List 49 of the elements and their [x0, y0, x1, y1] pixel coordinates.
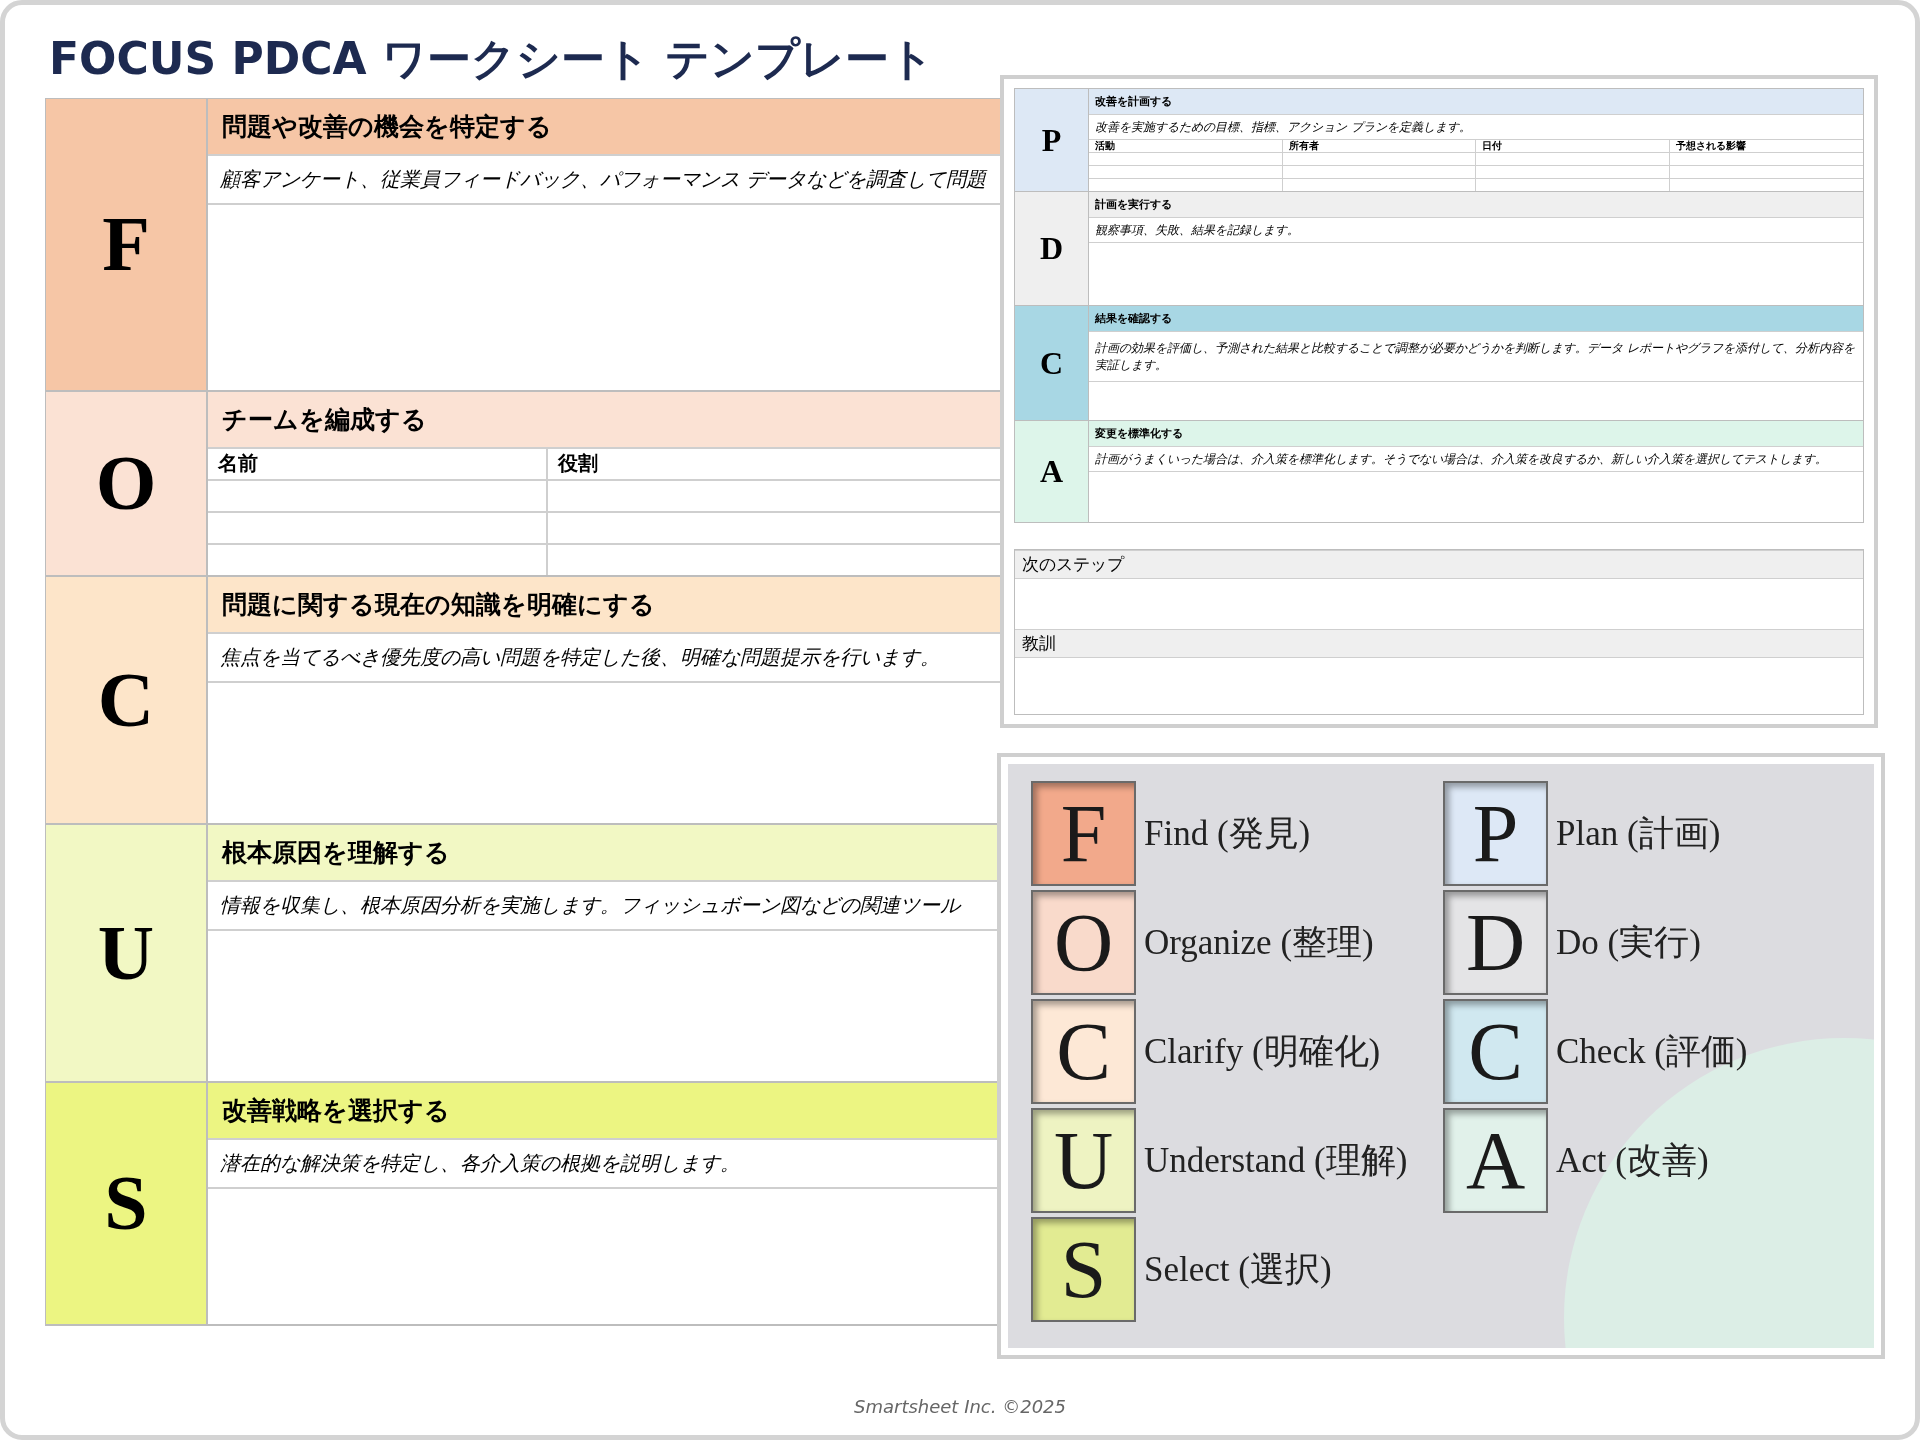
column-header: 日付: [1476, 140, 1670, 154]
notes-heading: 次のステップ: [1015, 549, 1863, 579]
section-heading: 改善を計画する: [1089, 89, 1863, 115]
letter-tile: C: [1443, 999, 1548, 1104]
section-letter: C: [1015, 306, 1089, 420]
legend-label: Act (改善): [1556, 1140, 1709, 1182]
letter-tile: C: [1031, 999, 1136, 1104]
footer-text: Smartsheet Inc. ©2025: [854, 1396, 1066, 1417]
section-heading: 問題に関する現在の知識を明確にする: [208, 576, 1001, 634]
section-heading: 変更を標準化する: [1089, 420, 1863, 447]
legend-label: Clarify (明確化): [1144, 1031, 1381, 1073]
letter-tile: S: [1031, 1217, 1136, 1322]
page-title: FOCUS PDCA ワークシート テンプレート: [49, 33, 936, 86]
section-heading: チームを編成する: [208, 391, 1001, 449]
description-text: 焦点を当てるべき優先度の高い問題を特定した後、明確な問題提示を行います。: [208, 633, 1001, 683]
legend-label: Find (発見): [1144, 813, 1311, 855]
section-letter: D: [1015, 192, 1089, 306]
section-letter: A: [1015, 420, 1089, 522]
legend-label: Select (選択): [1144, 1249, 1332, 1291]
column-header: 所有者: [1282, 140, 1476, 154]
description-text: 改善を実施するための目標、指標、アクション プランを定義します。: [1089, 115, 1863, 141]
letter-tile: A: [1443, 1108, 1548, 1213]
section-heading: 問題や改善の機会を特定する: [208, 98, 1001, 156]
description-text: 計画の効果を評価し、予測された結果と比較することで調整が必要かどうかを判断します。データ レポートやグラフを添付して、分析内容を実証します。: [1089, 332, 1863, 382]
section-heading: 計画を実行する: [1089, 192, 1863, 219]
legend-label: Check (評価): [1556, 1031, 1748, 1073]
section-letter: P: [1015, 89, 1089, 192]
description-text: 顧客アンケート、従業員フィードバック、パフォーマンス データなどを調査して問題: [208, 155, 1001, 205]
letter-tile: U: [1031, 1108, 1136, 1213]
legend-label: Do (実行): [1556, 922, 1701, 964]
legend-label: Plan (計画): [1556, 813, 1721, 855]
column-header: 名前: [208, 448, 548, 481]
letter-tile: O: [1031, 890, 1136, 995]
section-letter: F: [46, 98, 208, 390]
section-letter: S: [46, 1082, 208, 1324]
description-text: 観察事項、失敗、結果を記録します。: [1089, 218, 1863, 244]
section-letter: U: [46, 824, 208, 1081]
legend-label: Organize (整理): [1144, 922, 1374, 964]
column-header: 活動: [1089, 140, 1283, 154]
letter-tile: P: [1443, 781, 1548, 886]
letter-tile: F: [1031, 781, 1136, 886]
description-text: 計画がうまくいった場合は、介入策を標準化します。そうでない場合は、介入策を改良するか、新しい介入策を選択してテストします。: [1089, 446, 1863, 472]
column-header: 予想される影響: [1669, 140, 1863, 154]
section-heading: 結果を確認する: [1089, 306, 1863, 333]
section-letter: C: [46, 576, 208, 823]
notes-heading: 教訓: [1015, 628, 1863, 658]
legend-label: Understand (理解): [1144, 1140, 1408, 1182]
letter-tile: D: [1443, 890, 1548, 995]
section-letter: O: [46, 391, 208, 575]
